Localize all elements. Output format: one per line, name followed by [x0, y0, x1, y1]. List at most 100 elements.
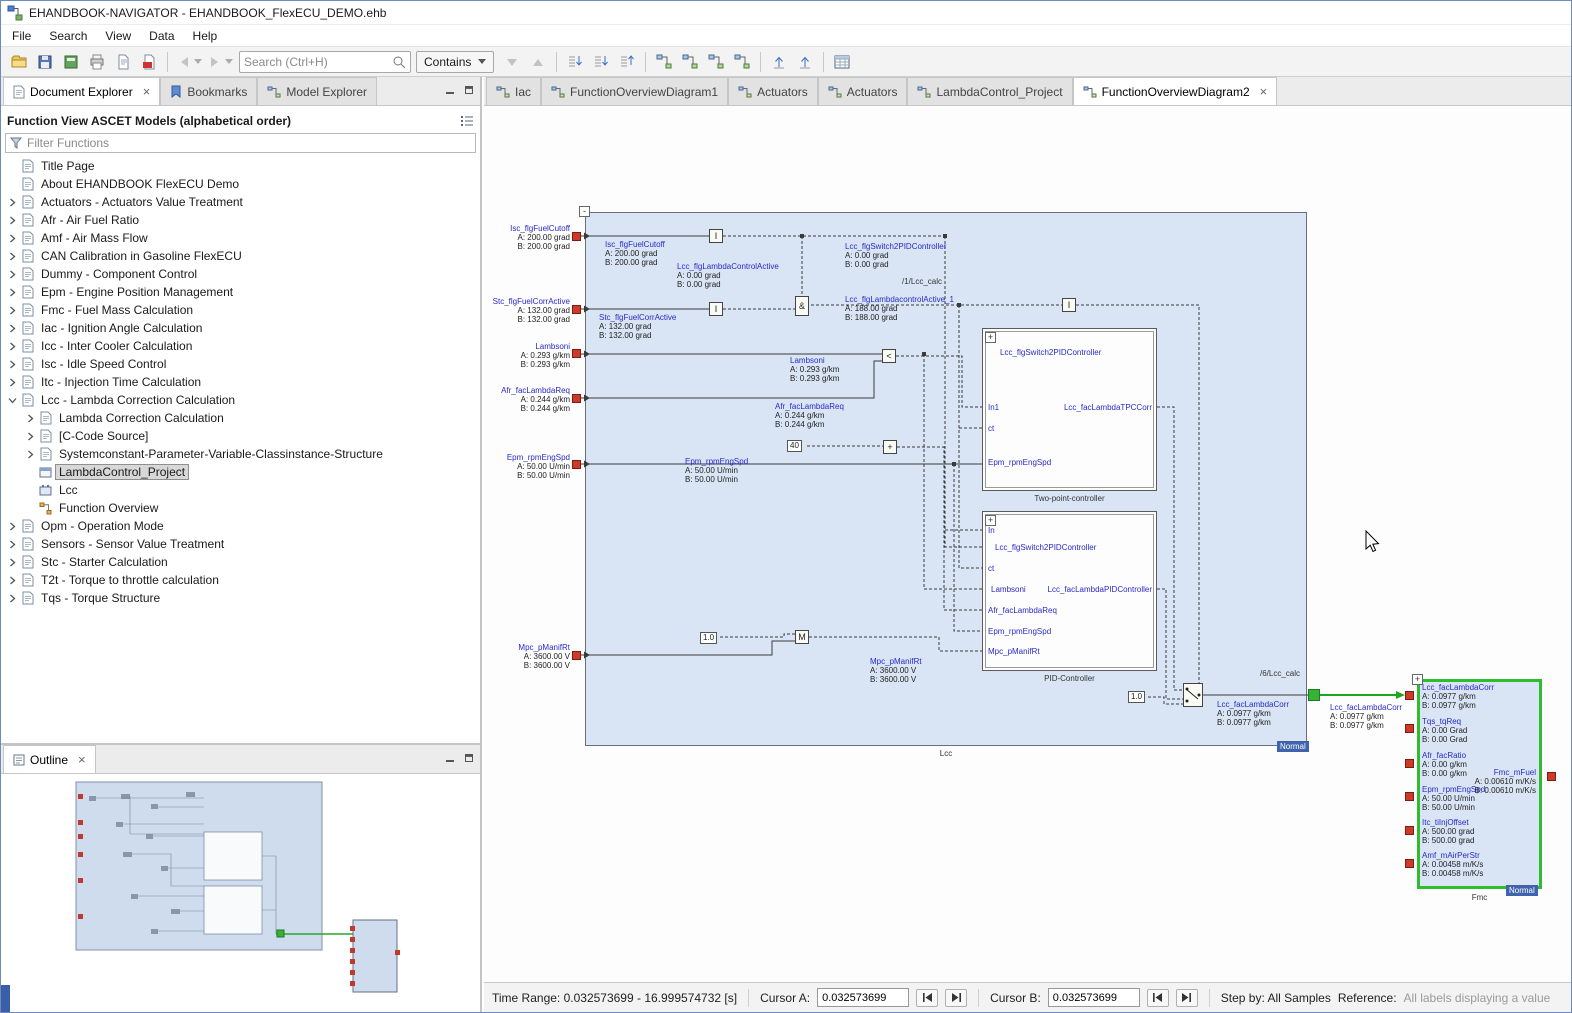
chevron-collapsed-icon[interactable]	[5, 540, 19, 549]
tab-document-explorer[interactable]: Document Explorer×	[3, 77, 160, 105]
maximize-outline-button[interactable]	[464, 753, 474, 763]
editor-tab-actuators[interactable]: Actuators	[728, 77, 818, 105]
chevron-collapsed-icon[interactable]	[5, 522, 19, 531]
operator-block-switch[interactable]	[1183, 683, 1203, 707]
signal-port[interactable]	[1405, 859, 1414, 868]
collapse-all-button[interactable]	[615, 50, 639, 74]
chevron-collapsed-icon[interactable]	[5, 216, 19, 225]
menu-help[interactable]: Help	[184, 26, 227, 46]
tree-item-iac-ignition-angle-calculation[interactable]: Iac - Ignition Angle Calculation	[1, 319, 480, 337]
minimize-outline-button[interactable]	[445, 753, 455, 763]
expander-toggle[interactable]: +	[985, 332, 996, 343]
tree-item-icc-inter-cooler-calculation[interactable]: Icc - Inter Cooler Calculation	[1, 337, 480, 355]
signal-port[interactable]	[572, 349, 581, 358]
toolbar-search-input[interactable]	[244, 55, 392, 69]
open-function-overview-button[interactable]	[678, 50, 702, 74]
operator-block-m[interactable]: M	[795, 630, 809, 644]
print-button[interactable]	[85, 50, 109, 74]
diagram-canvas[interactable]: Two-point-controllerPID-ControllerLccFmc…	[484, 106, 1571, 982]
chevron-collapsed-icon[interactable]	[5, 594, 19, 603]
expand-branch-button[interactable]	[589, 50, 613, 74]
editor-tab-iac[interactable]: Iac	[486, 77, 541, 105]
tab-model-explorer[interactable]: Model Explorer	[257, 77, 377, 105]
show-instrument-panel-button[interactable]	[730, 50, 754, 74]
signal-port[interactable]	[1405, 691, 1414, 700]
tree-item-title-page[interactable]: Title Page	[1, 157, 480, 175]
constant-block[interactable]: 1.0	[700, 632, 717, 644]
signal-port[interactable]	[1405, 792, 1414, 801]
expander-toggle[interactable]: -	[579, 206, 590, 217]
tab-bookmarks[interactable]: Bookmarks	[160, 77, 257, 105]
open-data-table-button[interactable]	[830, 50, 854, 74]
output-port[interactable]	[1308, 689, 1320, 701]
menu-file[interactable]: File	[3, 26, 40, 46]
signal-port[interactable]	[572, 232, 581, 241]
view-menu-icon[interactable]	[460, 115, 474, 127]
constant-block[interactable]: 1.0	[1128, 691, 1145, 703]
tree-item-itc-injection-time-calculation[interactable]: Itc - Injection Time Calculation	[1, 373, 480, 391]
chevron-collapsed-icon[interactable]	[5, 342, 19, 351]
chevron-collapsed-icon[interactable]	[5, 288, 19, 297]
signal-port[interactable]	[1405, 724, 1414, 733]
navigate-forward-button[interactable]	[205, 50, 234, 74]
tree-item-c-code-source[interactable]: [C-Code Source]	[1, 427, 480, 445]
menu-search[interactable]: Search	[40, 26, 96, 46]
chevron-collapsed-icon[interactable]	[5, 270, 19, 279]
signal-port[interactable]	[572, 651, 581, 660]
save-all-button[interactable]	[59, 50, 83, 74]
operator-block-op[interactable]: +	[883, 440, 897, 454]
close-tab-icon[interactable]: ×	[78, 755, 86, 765]
editor-tab-lambdacontrol-project[interactable]: LambdaControl_Project	[907, 77, 1072, 105]
expander-toggle[interactable]: +	[985, 515, 996, 526]
tree-item-function-overview[interactable]: Function Overview	[1, 499, 480, 517]
tree-item-afr-air-fuel-ratio[interactable]: Afr - Air Fuel Ratio	[1, 211, 480, 229]
find-previous-button[interactable]	[526, 50, 550, 74]
cursor-a-input[interactable]	[817, 988, 909, 1007]
expand-all-button[interactable]	[563, 50, 587, 74]
cursor-b-step-back-button[interactable]	[1147, 989, 1169, 1007]
operator-block-i[interactable]: I	[709, 229, 723, 243]
find-next-button[interactable]	[500, 50, 524, 74]
go-to-parent-button[interactable]	[767, 50, 791, 74]
signal-port[interactable]	[1405, 826, 1414, 835]
go-to-top-button[interactable]	[793, 50, 817, 74]
chevron-collapsed-icon[interactable]	[23, 432, 37, 441]
tree-item-about-ehandbook-flexecu-demo[interactable]: About EHANDBOOK FlexECU Demo	[1, 175, 480, 193]
constant-block[interactable]: 40	[787, 440, 802, 452]
save-button[interactable]	[33, 50, 57, 74]
tree-item-dummy-component-control[interactable]: Dummy - Component Control	[1, 265, 480, 283]
cursor-a-step-forward-button[interactable]	[945, 989, 967, 1007]
chevron-collapsed-icon[interactable]	[5, 252, 19, 261]
editor-tab-functionoverviewdiagram2[interactable]: FunctionOverviewDiagram2×	[1073, 77, 1278, 105]
tree-item-t2t-torque-to-throttle-calculation[interactable]: T2t - Torque to throttle calculation	[1, 571, 480, 589]
close-tab-icon[interactable]: ×	[143, 87, 151, 97]
search-box[interactable]	[239, 51, 411, 73]
operator-block-op[interactable]: <	[882, 349, 896, 363]
editor-tab-functionoverviewdiagram1[interactable]: FunctionOverviewDiagram1	[541, 77, 728, 105]
tree-item-lcc-lambda-correction-calculation[interactable]: Lcc - Lambda Correction Calculation	[1, 391, 480, 409]
signal-port[interactable]	[572, 305, 581, 314]
operator-block-i[interactable]: I	[1062, 298, 1076, 312]
tree-item-lambdacontrol-project[interactable]: LambdaControl_Project	[1, 463, 480, 481]
chevron-collapsed-icon[interactable]	[5, 306, 19, 315]
cursor-b-input[interactable]	[1048, 988, 1140, 1007]
editor-tab-actuators[interactable]: Actuators	[818, 77, 908, 105]
tree-item-sensors-sensor-value-treatment[interactable]: Sensors - Sensor Value Treatment	[1, 535, 480, 553]
cursor-b-step-forward-button[interactable]	[1176, 989, 1198, 1007]
chevron-collapsed-icon[interactable]	[5, 198, 19, 207]
cursor-a-step-back-button[interactable]	[916, 989, 938, 1007]
minimize-panel-button[interactable]	[445, 85, 455, 95]
tree-item-can-calibration-in-gasoline-flexecu[interactable]: CAN Calibration in Gasoline FlexECU	[1, 247, 480, 265]
chevron-collapsed-icon[interactable]	[5, 576, 19, 585]
tree-item-tqs-torque-structure[interactable]: Tqs - Torque Structure	[1, 589, 480, 607]
close-tab-icon[interactable]: ×	[1260, 87, 1268, 97]
chevron-collapsed-icon[interactable]	[23, 414, 37, 423]
chevron-collapsed-icon[interactable]	[5, 324, 19, 333]
tree-item-amf-air-mass-flow[interactable]: Amf - Air Mass Flow	[1, 229, 480, 247]
navigate-back-button[interactable]	[174, 50, 203, 74]
tree-item-isc-idle-speed-control[interactable]: Isc - Idle Speed Control	[1, 355, 480, 373]
signal-port[interactable]	[572, 394, 581, 403]
operator-block-op[interactable]: &	[795, 296, 809, 316]
tree-item-stc-starter-calculation[interactable]: Stc - Starter Calculation	[1, 553, 480, 571]
signal-port[interactable]	[1547, 772, 1556, 781]
